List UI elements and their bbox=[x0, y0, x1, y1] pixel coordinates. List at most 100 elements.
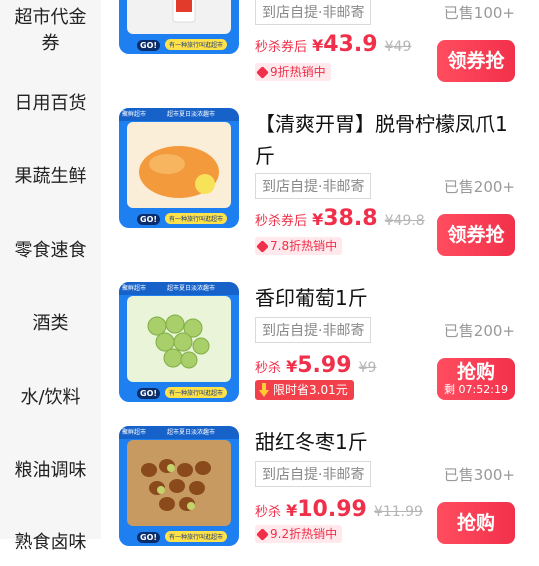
sidebar-item-label: 酒类 bbox=[32, 313, 69, 334]
original-price: ¥11.99 bbox=[373, 504, 423, 520]
price-row: 秒杀 ¥10.99 ¥11.99 bbox=[255, 497, 423, 527]
sidebar-item-daily-goods[interactable]: 日用百货 bbox=[0, 91, 101, 117]
price-row: 秒杀券后 ¥43.9 ¥49 bbox=[255, 32, 411, 62]
sold-count: 已售200+ bbox=[443, 178, 515, 196]
sidebar-item-label: 零食速食 bbox=[14, 240, 87, 261]
sidebar-item-grain-oil[interactable]: 粮油调味 bbox=[0, 458, 101, 484]
product-card[interactable]: 聚鲜超市 超市夏日淡浓趣市 GO! 有一种旅行叫逛超市 香印葡萄1斤 到店自提·非邮… bbox=[101, 282, 539, 422]
image-footer: GO! 有一种旅行叫逛超市 bbox=[119, 526, 239, 546]
currency-symbol: ¥ bbox=[286, 357, 298, 376]
food-photo bbox=[127, 0, 231, 34]
price-label: 秒杀券后 bbox=[255, 214, 308, 229]
sidebar-item-label: 日用百货 bbox=[14, 93, 87, 114]
chicken-feet-icon bbox=[139, 146, 219, 198]
image-banner: 聚鲜超市 超市夏日淡浓趣市 bbox=[119, 426, 239, 439]
original-price: ¥9 bbox=[358, 360, 377, 376]
food-photo bbox=[127, 122, 231, 208]
price-row: 秒杀 ¥5.99 ¥9 bbox=[255, 353, 376, 383]
button-label: 领券抢 bbox=[447, 224, 505, 246]
button-label: 抢购 bbox=[456, 512, 495, 534]
sidebar-item-drinks[interactable]: 水/饮料 bbox=[0, 385, 101, 411]
headline-text: 超市夏日淡浓趣市 bbox=[167, 111, 216, 118]
jujube-icon bbox=[141, 459, 211, 511]
product-image[interactable]: 聚鲜超市超市夏日淡浓趣市 GO!有一种旅行叫逛超市 bbox=[119, 0, 239, 54]
buy-now-button[interactable]: 抢购 bbox=[437, 502, 515, 544]
sidebar-item-label: 果蔬生鲜 bbox=[14, 166, 87, 187]
tag-icon bbox=[256, 66, 269, 79]
price-value: 5.99 bbox=[297, 353, 352, 378]
pickup-label: 到店自提·非邮寄 bbox=[255, 0, 372, 25]
image-footer: GO! 有一种旅行叫逛超市 bbox=[119, 208, 239, 228]
currency-symbol: ¥ bbox=[286, 501, 298, 520]
brand-text: 聚鲜超市 bbox=[122, 285, 147, 292]
product-title[interactable]: 香印葡萄1斤 bbox=[255, 282, 520, 314]
sidebar-item-fresh-produce[interactable]: 果蔬生鲜 bbox=[0, 164, 101, 190]
original-price: ¥49.8 bbox=[384, 213, 425, 229]
sidebar-item-snacks[interactable]: 零食速食 bbox=[0, 238, 101, 264]
discount-tag: 9.2折热销中 bbox=[255, 525, 343, 543]
product-image[interactable]: 聚鲜超市 超市夏日淡浓趣市 GO!有一种旅行叫逛超市 bbox=[119, 108, 239, 228]
product-title[interactable]: 【清爽开胃】脱骨柠檬凤爪1斤 bbox=[255, 108, 520, 172]
slogan-text: 有一种旅行叫逛超市 bbox=[165, 387, 228, 398]
sidebar-item-label-line2: 券 bbox=[41, 33, 60, 54]
price-label: 秒杀 bbox=[255, 361, 282, 376]
grapes-icon bbox=[147, 314, 210, 369]
product-image[interactable]: 聚鲜超市 超市夏日淡浓趣市 GO! 有一种旅行叫逛超市 bbox=[119, 282, 239, 402]
price-value: 38.8 bbox=[323, 206, 378, 231]
discount-tag: 9折热销中 bbox=[255, 63, 331, 81]
price-label: 秒杀 bbox=[255, 505, 282, 520]
time-limit-tag: 限时省3.01元 bbox=[255, 380, 354, 400]
sidebar-item-liquor[interactable]: 酒类 bbox=[0, 311, 101, 337]
time-limit-text: 限时省3.01元 bbox=[273, 383, 348, 397]
currency-symbol: ¥ bbox=[312, 210, 324, 229]
original-price: ¥49 bbox=[384, 39, 412, 55]
buy-now-button[interactable]: 抢购 剩 07:52:19 bbox=[437, 358, 515, 400]
bottle-icon bbox=[172, 0, 196, 23]
price-row: 秒杀券后 ¥38.8 ¥49.8 bbox=[255, 206, 425, 236]
sold-count: 已售300+ bbox=[443, 466, 515, 484]
product-card[interactable]: 聚鲜超市超市夏日淡浓趣市 GO!有一种旅行叫逛超市 到店自提·非邮寄 已售100… bbox=[101, 0, 539, 82]
discount-text: 9折热销中 bbox=[270, 65, 326, 79]
sold-count: 已售100+ bbox=[443, 4, 515, 22]
pickup-label: 到店自提·非邮寄 bbox=[255, 173, 372, 199]
pickup-label: 到店自提·非邮寄 bbox=[255, 317, 372, 343]
sidebar-item-label: 水/饮料 bbox=[20, 387, 81, 408]
claim-coupon-button[interactable]: 领券抢 bbox=[437, 40, 515, 82]
sidebar-item-label: 熟食卤味 bbox=[14, 532, 87, 553]
slogan-text: 有一种旅行叫逛超市 bbox=[165, 39, 228, 50]
price-label: 秒杀券后 bbox=[255, 40, 308, 55]
countdown-timer: 剩 07:52:19 bbox=[444, 383, 508, 396]
image-banner: 聚鲜超市 超市夏日淡浓趣市 bbox=[119, 282, 239, 295]
headline-text: 超市夏日淡浓趣市 bbox=[167, 429, 216, 436]
down-arrow-icon bbox=[259, 383, 269, 397]
button-label: 抢购 bbox=[456, 361, 495, 383]
food-photo bbox=[127, 440, 231, 526]
claim-coupon-button[interactable]: 领券抢 bbox=[437, 214, 515, 256]
product-image[interactable]: 聚鲜超市 超市夏日淡浓趣市 GO! 有一种旅行叫逛超市 bbox=[119, 426, 239, 546]
sidebar-item-label: 超市代金 bbox=[14, 7, 87, 28]
currency-symbol: ¥ bbox=[312, 36, 324, 55]
go-badge: GO! bbox=[137, 388, 161, 399]
go-badge: GO! bbox=[137, 532, 161, 543]
image-footer: GO! 有一种旅行叫逛超市 bbox=[119, 382, 239, 402]
sidebar-item-deli[interactable]: 熟食卤味 bbox=[0, 530, 101, 556]
category-sidebar: 超市代金 券 日用百货 果蔬生鲜 零食速食 酒类 水/饮料 粮油调味 熟食卤味 bbox=[0, 0, 101, 553]
price-value: 43.9 bbox=[323, 32, 378, 57]
tag-icon bbox=[256, 240, 269, 253]
product-card[interactable]: 聚鲜超市 超市夏日淡浓趣市 GO! 有一种旅行叫逛超市 【清爽开胃】脱骨柠檬凤爪1斤… bbox=[101, 108, 539, 256]
discount-text: 7.8折热销中 bbox=[270, 239, 338, 253]
food-photo bbox=[127, 296, 231, 382]
button-label: 领券抢 bbox=[447, 50, 505, 72]
headline-text: 超市夏日淡浓趣市 bbox=[167, 285, 216, 292]
brand-text: 聚鲜超市 bbox=[122, 111, 147, 118]
slogan-text: 有一种旅行叫逛超市 bbox=[165, 531, 228, 542]
discount-tag: 7.8折热销中 bbox=[255, 237, 343, 255]
pickup-label: 到店自提·非邮寄 bbox=[255, 461, 372, 487]
product-title[interactable]: 甜红冬枣1斤 bbox=[255, 426, 520, 458]
go-badge: GO! bbox=[137, 40, 161, 51]
product-card[interactable]: 聚鲜超市 超市夏日淡浓趣市 GO! 有一种旅行叫逛超市 甜红冬枣1斤 到店自提·非邮… bbox=[101, 426, 539, 566]
slogan-text: 有一种旅行叫逛超市 bbox=[165, 213, 228, 224]
sidebar-item-coupons[interactable]: 超市代金 券 bbox=[0, 5, 101, 57]
brand-text: 聚鲜超市 bbox=[122, 429, 147, 436]
price-value: 10.99 bbox=[297, 497, 367, 522]
